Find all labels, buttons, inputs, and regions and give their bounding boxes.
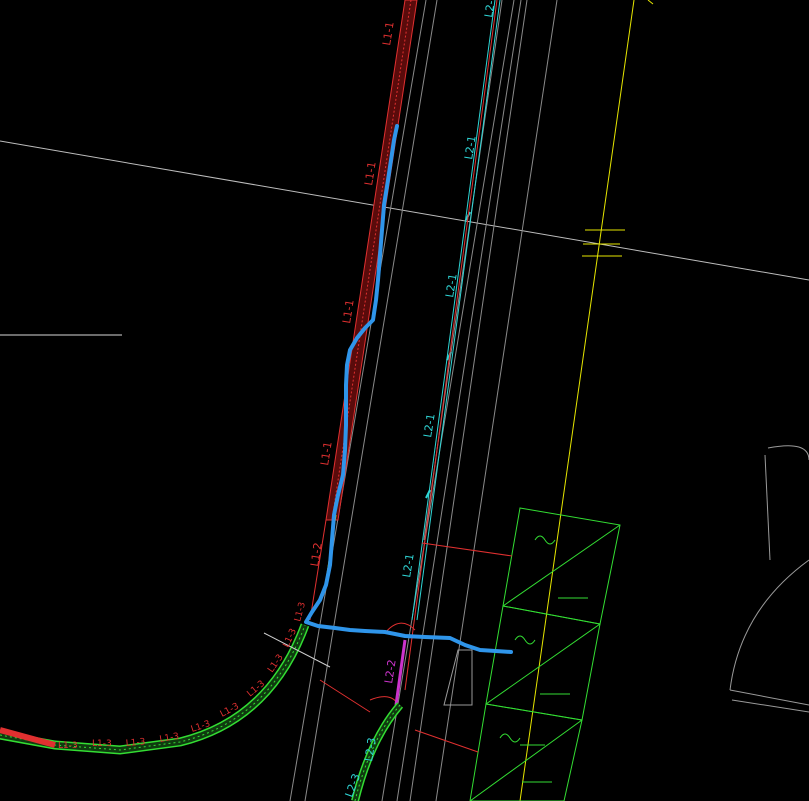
label-l1-3-2: L1-3 bbox=[92, 739, 112, 749]
label-l1-3-3: L1-3 bbox=[125, 737, 146, 749]
label-l1-3-1: L1-3 bbox=[58, 741, 78, 751]
background bbox=[0, 0, 809, 801]
cad-drawing-canvas[interactable]: L1-1 L1-1 L1-1 L1-1 L1-2 L2-1 L2-1 L2-1 … bbox=[0, 0, 809, 801]
